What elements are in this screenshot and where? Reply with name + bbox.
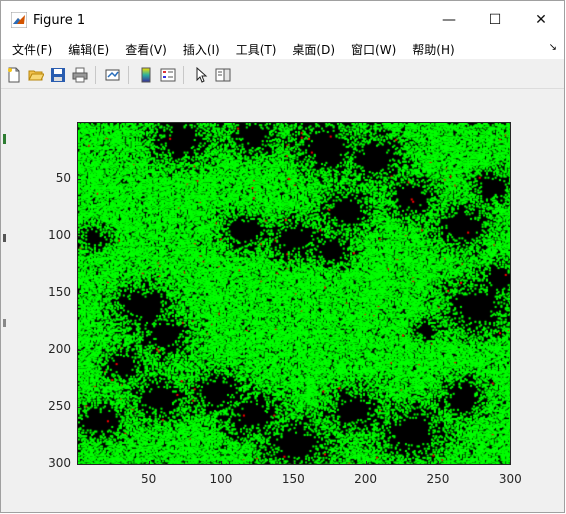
open-file-icon[interactable] bbox=[27, 66, 45, 84]
toolbar-separator bbox=[128, 65, 129, 84]
menu-desktop[interactable]: 桌面(D) bbox=[286, 41, 341, 58]
y-tick-label: 250 bbox=[48, 399, 71, 414]
close-button[interactable]: ✕ bbox=[518, 1, 564, 39]
binary-image bbox=[78, 123, 510, 464]
legend-icon[interactable] bbox=[159, 66, 177, 84]
link-icon[interactable] bbox=[104, 66, 122, 84]
image-axes[interactable] bbox=[77, 122, 511, 465]
save-icon[interactable] bbox=[49, 66, 67, 84]
menu-insert[interactable]: 插入(I) bbox=[177, 41, 226, 58]
x-tick-mark bbox=[510, 461, 512, 465]
menu-bar: 文件(F) 编辑(E) 查看(V) 插入(I) 工具(T) 桌面(D) 窗口(W… bbox=[1, 39, 564, 59]
x-tick-mark bbox=[148, 461, 150, 465]
menu-help[interactable]: 帮助(H) bbox=[406, 41, 460, 58]
toolbar-separator bbox=[183, 65, 184, 84]
x-tick-mark bbox=[220, 461, 222, 465]
y-tick-mark bbox=[77, 407, 81, 409]
new-figure-icon[interactable] bbox=[5, 66, 23, 84]
edge-artifact bbox=[3, 234, 6, 242]
menu-tools[interactable]: 工具(T) bbox=[230, 41, 283, 58]
x-tick-label: 250 bbox=[426, 472, 450, 486]
print-icon[interactable] bbox=[71, 66, 89, 84]
x-tick-label: 50 bbox=[140, 472, 157, 486]
y-tick-mark bbox=[77, 235, 81, 237]
x-tick-label: 200 bbox=[354, 472, 378, 486]
title-bar[interactable]: Figure 1 — ☐ ✕ bbox=[1, 1, 564, 39]
x-tick-label: 150 bbox=[281, 472, 305, 486]
y-tick-mark bbox=[77, 178, 81, 180]
menu-window[interactable]: 窗口(W) bbox=[345, 41, 402, 58]
x-tick-mark bbox=[365, 461, 367, 465]
window-controls: — ☐ ✕ bbox=[426, 1, 564, 39]
colorbar-icon[interactable] bbox=[137, 66, 155, 84]
edge-artifact bbox=[3, 134, 6, 144]
menu-overflow-icon[interactable]: ↘ bbox=[549, 42, 557, 53]
figure-toolbar bbox=[1, 61, 564, 89]
y-tick-label: 150 bbox=[48, 284, 71, 299]
property-editor-icon[interactable] bbox=[214, 66, 232, 84]
x-tick-label: 100 bbox=[209, 472, 233, 486]
y-tick-label: 100 bbox=[48, 227, 71, 242]
x-tick-mark bbox=[293, 461, 295, 465]
y-tick-mark bbox=[77, 464, 81, 466]
window-title: Figure 1 bbox=[33, 12, 86, 28]
y-tick-mark bbox=[77, 292, 81, 294]
y-tick-label: 300 bbox=[48, 456, 71, 471]
figure-window: Figure 1 — ☐ ✕ 文件(F) 编辑(E) 查看(V) 插入(I) 工… bbox=[0, 0, 565, 513]
y-tick-label: 50 bbox=[55, 170, 71, 185]
x-tick-mark bbox=[437, 461, 439, 465]
matlab-icon bbox=[10, 11, 28, 29]
y-tick-label: 200 bbox=[48, 342, 71, 357]
menu-edit[interactable]: 编辑(E) bbox=[62, 41, 115, 58]
x-tick-label: 300 bbox=[498, 472, 522, 486]
maximize-button[interactable]: ☐ bbox=[472, 1, 518, 39]
menu-view[interactable]: 查看(V) bbox=[119, 41, 173, 58]
minimize-button[interactable]: — bbox=[426, 1, 472, 39]
pointer-icon[interactable] bbox=[192, 66, 210, 84]
menu-file[interactable]: 文件(F) bbox=[6, 41, 58, 58]
y-tick-mark bbox=[77, 350, 81, 352]
toolbar-separator bbox=[95, 65, 96, 84]
edge-artifact bbox=[3, 319, 6, 327]
